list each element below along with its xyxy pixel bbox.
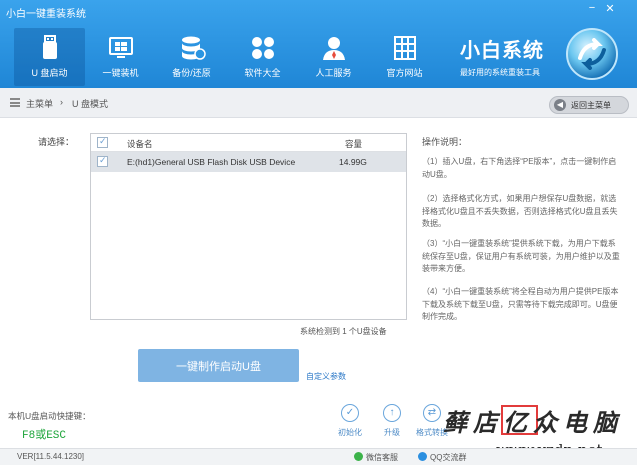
custom-params-link[interactable]: 自定义参数: [306, 371, 346, 382]
tool-label: 初始化: [338, 428, 362, 437]
device-name: E:(hd1)General USB Flash Disk USB Device: [127, 157, 296, 167]
nav-label: U 盘启动: [31, 68, 68, 78]
check-circle-icon: ✓: [341, 404, 359, 422]
nav-official-site[interactable]: 官方网站: [369, 28, 440, 86]
website-icon: [393, 36, 416, 60]
device-table: 设备名 容量 E:(hd1)General USB Flash Disk USB…: [90, 133, 407, 320]
windows-icon: [108, 37, 133, 58]
brand-slogan: 最好用的系统重装工具: [460, 68, 540, 77]
wechat-label: 微信客服: [366, 453, 398, 462]
usb-drive-icon: [42, 35, 57, 59]
minimize-icon[interactable]: −: [585, 2, 599, 14]
column-device-name: 设备名: [127, 139, 153, 149]
wechat-service-link[interactable]: 微信客服: [354, 452, 398, 463]
back-arrow-icon: ◀: [554, 99, 566, 111]
instruction-step: （2）选择格式化方式，如果用户想保存U盘数据，就选择格式化U盘且不丢失数据，否则…: [422, 194, 618, 228]
nav-label: 一键装机: [102, 68, 139, 78]
qq-icon: [418, 452, 427, 461]
close-icon[interactable]: ✕: [603, 2, 617, 15]
instruction-step: （4）“小白一键重装系统”将全程自动为用户提供PE版本下载及系统下载至U盘，只需…: [422, 287, 619, 321]
back-to-main-button[interactable]: ◀ 返回主菜单: [549, 96, 629, 114]
hotkey-label: 本机U盘启动快捷键：: [8, 411, 91, 421]
table-row[interactable]: E:(hd1)General USB Flash Disk USB Device…: [91, 152, 406, 172]
instruction-step: （3）“小白一键重装系统”提供系统下载，为用户下载系统保存至U盘，保证用户有系统…: [422, 239, 620, 273]
crumb-separator: ›: [60, 97, 63, 107]
instruction-step: （1）插入U盘，右下角选择“PE版本”，点击一键制作启动U盘。: [422, 157, 617, 179]
select-all-checkbox[interactable]: [97, 136, 108, 148]
back-label: 返回主菜单: [571, 100, 611, 110]
menu-icon: [10, 98, 20, 107]
qq-group-link[interactable]: QQ交流群: [418, 452, 466, 463]
wechat-icon: [354, 452, 363, 461]
nav-backup-restore[interactable]: 备份/还原: [156, 28, 227, 86]
nav-label: 官方网站: [386, 68, 423, 78]
watermark-text: 藓店亿众电脑: [443, 408, 623, 437]
tool-label: 升级: [384, 428, 400, 437]
crumb-current: U 盘模式: [72, 99, 109, 109]
person-icon: [322, 37, 345, 60]
nav-one-click-install[interactable]: 一键装机: [85, 28, 156, 86]
tool-initialize[interactable]: ✓ 初始化: [330, 404, 370, 438]
device-capacity: 14.99G: [339, 157, 367, 167]
breadcrumb: 主菜单 › U 盘模式: [0, 88, 637, 118]
convert-icon: ⇄: [423, 404, 441, 422]
database-icon: [181, 36, 206, 60]
tool-upgrade[interactable]: ↑ 升级: [372, 404, 412, 438]
table-header: 设备名 容量: [91, 134, 406, 152]
upload-icon: ↑: [383, 404, 401, 422]
status-bar: VER[11.5.44.1230] 微信客服 QQ交流群: [0, 448, 637, 465]
nav-manual-service[interactable]: 人工服务: [298, 28, 369, 86]
apps-icon: [251, 37, 274, 59]
app-title: 小白一键重装系统: [6, 9, 86, 20]
main-nav: U 盘启动 一键装机 备份/还原 软件大全 人工服务 官方网站: [14, 28, 440, 86]
nav-label: 人工服务: [315, 68, 352, 78]
detected-text: 系统检测到 1 个U盘设备: [300, 327, 387, 336]
crumb-home[interactable]: 主菜单: [26, 97, 53, 110]
hotkey-value: F8或ESC: [22, 430, 67, 442]
nav-label: 软件大全: [244, 68, 281, 78]
nav-usb-boot[interactable]: U 盘启动: [14, 28, 85, 86]
qq-label: QQ交流群: [430, 453, 467, 462]
nav-label: 备份/还原: [172, 68, 211, 78]
column-capacity: 容量: [345, 139, 363, 149]
select-label: 请选择：: [38, 137, 75, 147]
row-checkbox[interactable]: [97, 155, 108, 167]
make-boot-usb-button[interactable]: 一键制作启动U盘: [138, 349, 299, 382]
nav-software[interactable]: 软件大全: [227, 28, 298, 86]
brand: 小白系统 最好用的系统重装工具: [460, 34, 544, 78]
brand-name: 小白系统: [460, 40, 544, 62]
brand-logo-icon: [566, 28, 618, 80]
version-text: VER[11.5.44.1230]: [17, 452, 85, 461]
header-bar: 小白一键重装系统 − ✕ U 盘启动 一键装机 备份/还原 软件大全 人工服务 …: [0, 0, 637, 88]
instructions-title: 操作说明：: [422, 137, 468, 147]
